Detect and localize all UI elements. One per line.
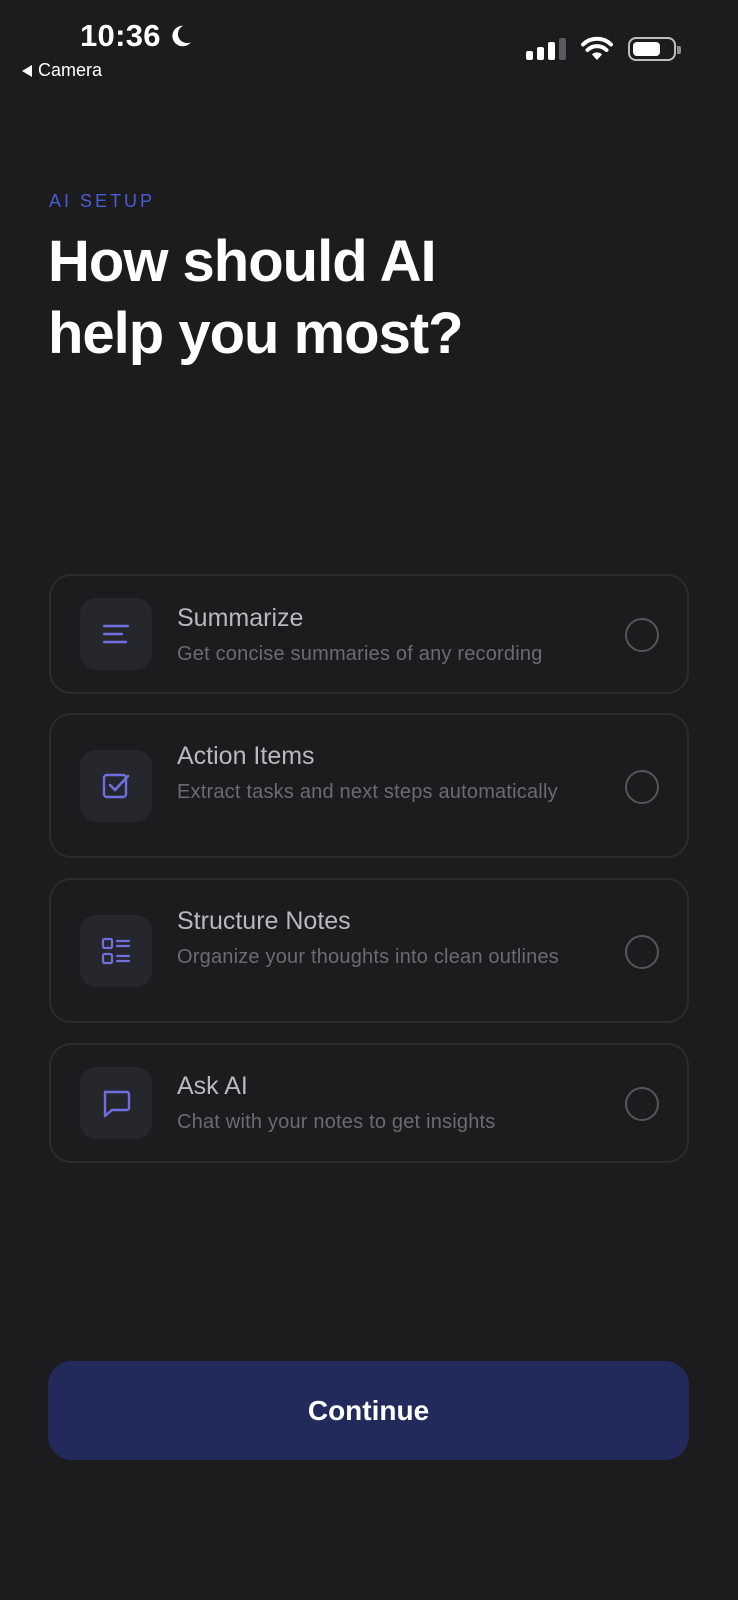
option-title: Ask AI <box>177 1072 248 1100</box>
option-description: Extract tasks and next steps automatical… <box>177 781 558 803</box>
radio-button[interactable] <box>625 935 659 969</box>
option-description: Chat with your notes to get insights <box>177 1111 496 1133</box>
lines-icon <box>80 598 152 670</box>
battery-level <box>633 42 660 56</box>
outline-list-icon <box>80 915 152 987</box>
option-action-items[interactable]: Action Items Extract tasks and next step… <box>49 713 689 858</box>
moon-icon <box>172 25 191 47</box>
status-time-text: 10:36 <box>80 18 161 53</box>
cellular-signal-icon <box>526 38 566 60</box>
status-time: 10:36 <box>80 18 193 54</box>
option-title: Summarize <box>177 604 304 632</box>
option-structure-notes[interactable]: Structure Notes Organize your thoughts i… <box>49 878 689 1023</box>
chat-bubble-icon <box>80 1067 152 1139</box>
option-description: Get concise summaries of any recording <box>177 643 543 665</box>
option-summarize[interactable]: Summarize Get concise summaries of any r… <box>49 574 689 694</box>
back-label: Camera <box>38 60 103 80</box>
checkbox-icon <box>80 750 152 822</box>
battery-icon <box>628 37 681 61</box>
option-title: Structure Notes <box>177 907 351 935</box>
continue-button[interactable]: Continue <box>48 1361 689 1460</box>
option-ask-ai[interactable]: Ask AI Chat with your notes to get insig… <box>49 1043 689 1163</box>
back-arrow-icon <box>22 64 32 77</box>
status-indicators <box>526 36 681 62</box>
radio-button[interactable] <box>625 1087 659 1121</box>
back-to-camera-link[interactable]: Camera <box>22 60 102 81</box>
ai-setup-screen: 10:36 Camera AI SETUP How should AI help… <box>0 0 738 1600</box>
option-description: Organize your thoughts into clean outlin… <box>177 946 559 968</box>
page-title: How should AI help you most? <box>48 229 464 366</box>
radio-button[interactable] <box>625 770 659 804</box>
option-title: Action Items <box>177 742 315 770</box>
wifi-icon <box>581 36 613 60</box>
section-eyebrow: AI SETUP <box>49 191 156 211</box>
radio-button[interactable] <box>625 618 659 652</box>
